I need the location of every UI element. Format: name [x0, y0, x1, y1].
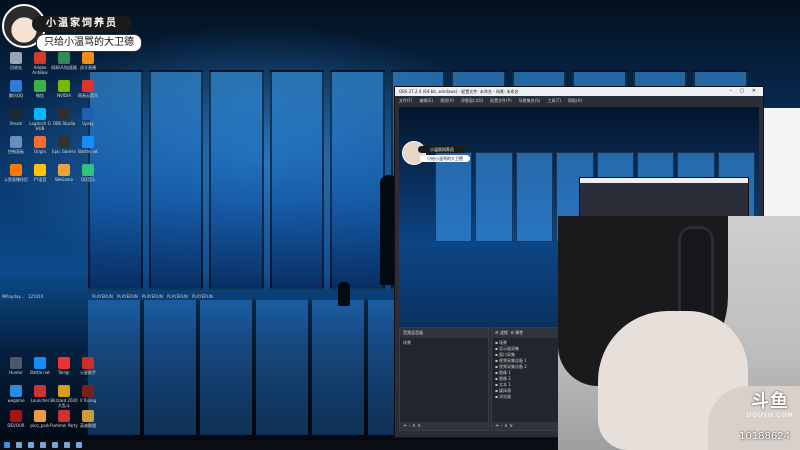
app-icon — [10, 136, 22, 148]
app-icon — [10, 410, 22, 422]
dock-scenes-label: 场景 — [403, 340, 411, 345]
folder-label[interactable]: NPlayday... — [2, 294, 24, 299]
app-icon — [82, 410, 94, 422]
app-icon — [58, 357, 70, 369]
dock-filters-label: 滤镜 — [499, 330, 508, 335]
folder-label[interactable]: 125410 — [28, 294, 43, 299]
desktop-icon[interactable]: 英雄联盟 — [74, 410, 102, 433]
shortcut-label[interactable]: PLAYERUN — [167, 294, 188, 299]
obs-taskbar-icon[interactable] — [64, 442, 70, 448]
browser-icon[interactable] — [40, 442, 46, 448]
app-icon — [10, 357, 22, 369]
app-icon — [34, 164, 46, 176]
app-icon — [58, 108, 70, 120]
obs-menu-item[interactable]: 场景集合(S) — [519, 96, 541, 105]
app-icon — [82, 52, 94, 64]
douyu-logo: 斗鱼 DOUYU.COM — [744, 391, 796, 420]
dock-audio-mixer-header: 音频混音器 — [400, 328, 488, 338]
app-icon — [34, 410, 46, 422]
windows-start-icon[interactable] — [4, 442, 10, 448]
app-icon — [34, 385, 46, 397]
app-icon — [10, 108, 22, 120]
shortcut-label[interactable]: PLAYERUN — [92, 294, 113, 299]
desktop-icon[interactable]: 网易云音乐 — [74, 80, 102, 103]
desktop-icon[interactable]: V Rising — [74, 385, 102, 408]
banner-name: 小温家饲养员 — [32, 16, 132, 32]
wallpaper-cat — [338, 282, 350, 306]
shortcut-label[interactable]: PLAYERUN — [142, 294, 163, 299]
desktop-icon-label: Uplay — [82, 121, 94, 126]
dock-scenes[interactable]: 音频混音器 场景 + - ∧ ∨ — [399, 327, 489, 431]
app-icon — [82, 136, 94, 148]
desktop-icon-area: 回收站 Adobe AntiBox 网易UU加速器 虎牙直播 腾讯QQ 微信 NVIDIA 网… — [0, 52, 98, 432]
app-icon — [58, 410, 70, 422]
douyu-logo-cn: 斗鱼 — [751, 391, 789, 412]
desktop-icon[interactable]: 虎牙直播 — [74, 52, 102, 75]
app-icon — [58, 385, 70, 397]
app-icon — [10, 80, 22, 92]
app-icon — [34, 80, 46, 92]
dock-properties-label: 属性 — [515, 330, 524, 335]
app-icon — [10, 164, 22, 176]
desktop-icon[interactable]: 火星助手 — [74, 357, 102, 380]
taskbar — [0, 440, 558, 450]
app-icon — [34, 108, 46, 120]
app-icon — [82, 108, 94, 120]
search-icon[interactable] — [16, 442, 22, 448]
obs-menu-bar: 文件(F) 编辑(E) 视图(V) 停靠窗口(D) 配置文件(P) 场景集合(S) 工具(T… — [395, 96, 763, 105]
obs-menu-item[interactable]: 配置文件(P) — [490, 96, 512, 105]
preview-banner-name: 小温家饲养员 — [418, 146, 466, 153]
app-icon — [58, 52, 70, 64]
douyu-logo-en: DOUYU.COM — [746, 412, 794, 419]
desktop-icon-label: 火星助手 — [80, 370, 96, 375]
shortcut-label[interactable]: PLAYERUN — [192, 294, 213, 299]
desktop-icon-label: V Rising — [79, 398, 97, 403]
banner-slogan: 只给小温骂的大卫德 — [36, 34, 142, 52]
obs-menu-item[interactable]: 编辑(E) — [419, 96, 433, 105]
properties-icon: ⚙ — [510, 330, 515, 335]
app-icon — [10, 52, 22, 64]
app-icon — [34, 357, 46, 369]
background-window[interactable] — [762, 108, 800, 220]
obs-title: OBS 27.2.4 (64-bit, windows) - 配置文件: 未命名… — [399, 89, 519, 94]
obs-title-bar[interactable]: OBS 27.2.4 (64-bit, windows) - 配置文件: 未命名… — [395, 87, 763, 96]
room-id: 10188624 — [739, 431, 790, 442]
desktop-icon-label: Battle.net — [78, 149, 98, 154]
desktop-icon-label: 网易云音乐 — [78, 93, 98, 98]
app-icon — [34, 52, 46, 64]
app-icon — [82, 357, 94, 369]
desktop-icon[interactable]: QQ音乐 — [74, 164, 102, 187]
scenes-controls[interactable]: + - ∧ ∨ — [400, 422, 488, 430]
task-view-icon[interactable] — [28, 442, 34, 448]
filters-icon: ⚙ — [495, 330, 499, 335]
obs-menu-item[interactable]: 文件(F) — [399, 96, 412, 105]
desktop-icon-label: 英雄联盟 — [80, 423, 96, 428]
obs-menu-item[interactable]: 停靠窗口(D) — [461, 96, 483, 105]
preview-banner-slogan: 只给小温骂的大卫德 — [420, 155, 470, 162]
app-icon — [82, 164, 94, 176]
streamer-banner: 小温家饲养员 只给小温骂的大卫德 — [2, 4, 142, 52]
obs-menu-item[interactable]: 视图(V) — [440, 96, 454, 105]
app-icon — [58, 164, 70, 176]
steam-taskbar-icon[interactable] — [76, 442, 82, 448]
desktop-icon-label: 虎牙直播 — [80, 65, 96, 70]
obs-menu-item[interactable]: 帮助(H) — [568, 96, 582, 105]
app-icon — [34, 136, 46, 148]
desktop-icon-label: QQ音乐 — [80, 177, 96, 182]
desktop-icon[interactable]: Uplay — [74, 108, 102, 131]
app-icon — [10, 385, 22, 397]
webcam-overlay: 斗鱼 DOUYU.COM 10188624 — [558, 216, 800, 450]
shortcut-label[interactable]: PLAYERUN — [117, 294, 138, 299]
app-icon — [82, 385, 94, 397]
app-icon — [82, 80, 94, 92]
app-icon — [58, 80, 70, 92]
preview-banner: 小温家饲养员 只给小温骂的大卫德 — [402, 141, 470, 165]
desktop-icon[interactable]: Battle.net — [74, 136, 102, 159]
app-icon — [58, 136, 70, 148]
window-controls[interactable]: – ▢ ✕ — [729, 87, 759, 96]
obs-menu-item[interactable]: 工具(T) — [547, 96, 561, 105]
folder-icon[interactable] — [52, 442, 58, 448]
